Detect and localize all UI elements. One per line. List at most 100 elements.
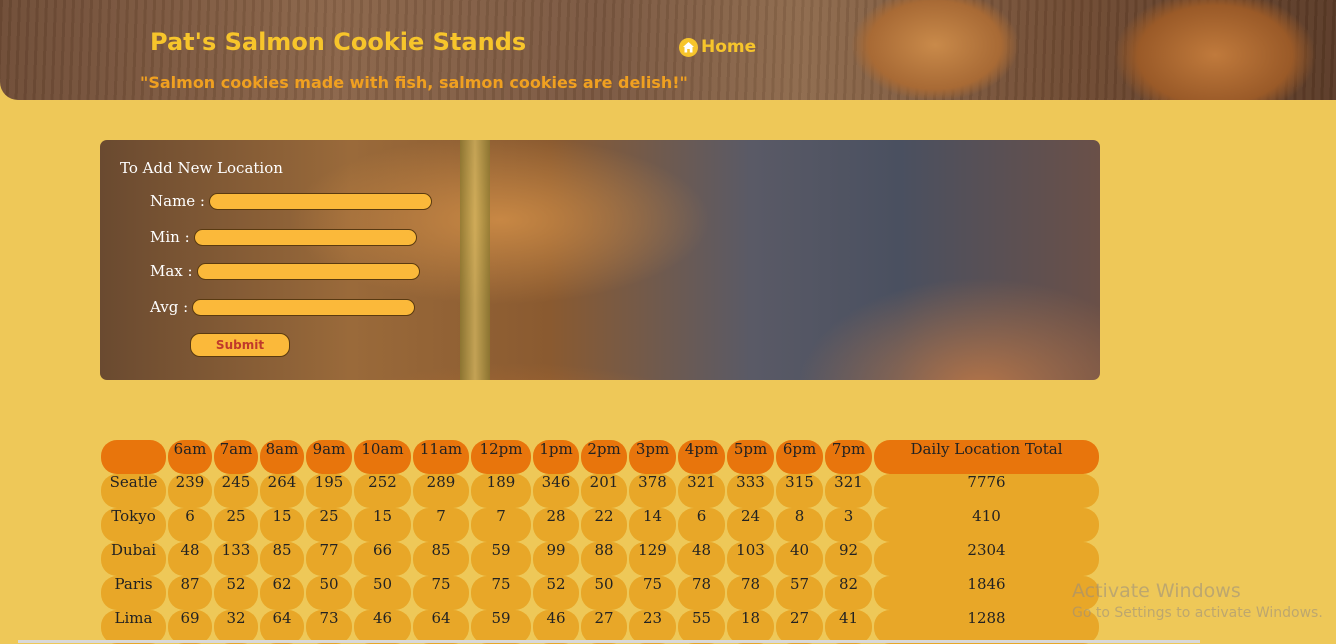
hour-cell-value: 75 — [471, 576, 531, 610]
hour-cell: 6 — [167, 508, 213, 542]
submit-button[interactable]: Submit — [190, 333, 290, 357]
hour-cell-value: 75 — [629, 576, 676, 610]
total-cell: 2304 — [873, 542, 1100, 576]
hour-cell-value: 378 — [629, 474, 676, 508]
hour-cell: 85 — [412, 542, 470, 576]
hour-cell: 46 — [353, 610, 412, 644]
hour-cell: 75 — [628, 576, 677, 610]
avg-input[interactable] — [192, 298, 416, 316]
hour-cell-value: 55 — [678, 610, 725, 644]
total-cell: 410 — [873, 508, 1100, 542]
hour-cell: 333 — [726, 474, 775, 508]
header-cell-label: 7pm — [825, 440, 872, 474]
hour-cell-value: 289 — [413, 474, 469, 508]
header-cell-hour: 7am — [213, 440, 259, 474]
hour-cell-value: 346 — [533, 474, 579, 508]
hour-cell-value: 7 — [471, 508, 531, 542]
site-header: Pat's Salmon Cookie Stands "Salmon cooki… — [0, 0, 1336, 100]
hour-cell-value: 14 — [629, 508, 676, 542]
hour-cell-value: 48 — [678, 542, 725, 576]
location-cell: Paris — [100, 576, 167, 610]
hour-cell: 40 — [775, 542, 824, 576]
hour-cell-value: 321 — [678, 474, 725, 508]
header-cell-hour: 8am — [259, 440, 305, 474]
hour-cell: 64 — [412, 610, 470, 644]
hour-cell-value: 85 — [260, 542, 304, 576]
hour-cell: 48 — [167, 542, 213, 576]
hour-cell: 7 — [412, 508, 470, 542]
hour-cell: 78 — [726, 576, 775, 610]
hour-cell: 57 — [775, 576, 824, 610]
header-cell-label: 4pm — [678, 440, 725, 474]
hour-cell-value: 41 — [825, 610, 872, 644]
hour-cell-value: 7 — [413, 508, 469, 542]
hour-cell-value: 6 — [168, 508, 212, 542]
header-cell-hour: 10am — [353, 440, 412, 474]
hour-cell: 24 — [726, 508, 775, 542]
hour-cell-value: 85 — [413, 542, 469, 576]
hour-cell-value: 103 — [727, 542, 774, 576]
hour-cell-value: 59 — [471, 542, 531, 576]
hour-cell: 6 — [677, 508, 726, 542]
hour-cell-value: 8 — [776, 508, 823, 542]
hour-cell-value: 239 — [168, 474, 212, 508]
table-row: Tokyo 6 25 15 25 15 7 7 28 22 14 6 24 8 3 410 — [100, 508, 1100, 542]
header-cell-hour: 9am — [305, 440, 353, 474]
header-cell-location — [100, 440, 167, 474]
hour-cell: 3 — [824, 508, 873, 542]
location-cell: Dubai — [100, 542, 167, 576]
home-icon — [679, 37, 698, 57]
hour-cell-value: 50 — [306, 576, 352, 610]
hour-cell: 321 — [824, 474, 873, 508]
name-input[interactable] — [209, 192, 432, 210]
header-cell-label: 10am — [354, 440, 411, 474]
hour-cell-value: 18 — [727, 610, 774, 644]
hour-cell-value: 46 — [354, 610, 411, 644]
hour-cell: 27 — [580, 610, 628, 644]
table-row: Seatle 239 245 264 195 252 289 189 346 201 378 321 3… — [100, 474, 1100, 508]
hour-cell: 85 — [259, 542, 305, 576]
hour-cell: 289 — [412, 474, 470, 508]
min-input[interactable] — [193, 228, 417, 246]
hour-cell: 48 — [677, 542, 726, 576]
hour-cell-value: 99 — [533, 542, 579, 576]
hour-cell: 52 — [532, 576, 580, 610]
hour-cell-value: 64 — [260, 610, 304, 644]
hour-cell: 346 — [532, 474, 580, 508]
hour-cell: 75 — [412, 576, 470, 610]
hour-cell: 201 — [580, 474, 628, 508]
hour-cell-value: 73 — [306, 610, 352, 644]
hour-cell: 50 — [353, 576, 412, 610]
hour-cell-value: 24 — [727, 508, 774, 542]
hour-cell: 50 — [580, 576, 628, 610]
hour-cell: 59 — [470, 542, 532, 576]
hour-cell-value: 40 — [776, 542, 823, 576]
hour-cell: 69 — [167, 610, 213, 644]
header-cell-hour: 12pm — [470, 440, 532, 474]
hour-cell-value: 245 — [214, 474, 258, 508]
hour-cell: 22 — [580, 508, 628, 542]
hour-cell: 62 — [259, 576, 305, 610]
hour-cell: 8 — [775, 508, 824, 542]
header-cell-hour: 4pm — [677, 440, 726, 474]
max-input[interactable] — [196, 262, 420, 280]
hour-cell-value: 48 — [168, 542, 212, 576]
header-cell-hour: 3pm — [628, 440, 677, 474]
home-link[interactable]: Home — [679, 37, 756, 57]
hour-cell-value: 22 — [581, 508, 627, 542]
add-location-form: To Add New Location Name : Min : Max : A… — [100, 140, 1100, 380]
location-cell-value: Paris — [101, 576, 166, 610]
hour-cell: 92 — [824, 542, 873, 576]
header-cell-label: 3pm — [629, 440, 676, 474]
hour-cell: 55 — [677, 610, 726, 644]
location-cell: Seatle — [100, 474, 167, 508]
location-cell-value: Seatle — [101, 474, 166, 508]
header-cell-label: 2pm — [581, 440, 627, 474]
hour-cell: 87 — [167, 576, 213, 610]
hour-cell: 129 — [628, 542, 677, 576]
table-row: Dubai 48 133 85 77 66 85 59 99 88 129 48 103 40 92 2304 — [100, 542, 1100, 576]
site-tagline: "Salmon cookies made with fish, salmon c… — [140, 73, 688, 92]
hour-cell: 195 — [305, 474, 353, 508]
hour-cell: 82 — [824, 576, 873, 610]
hour-cell: 88 — [580, 542, 628, 576]
